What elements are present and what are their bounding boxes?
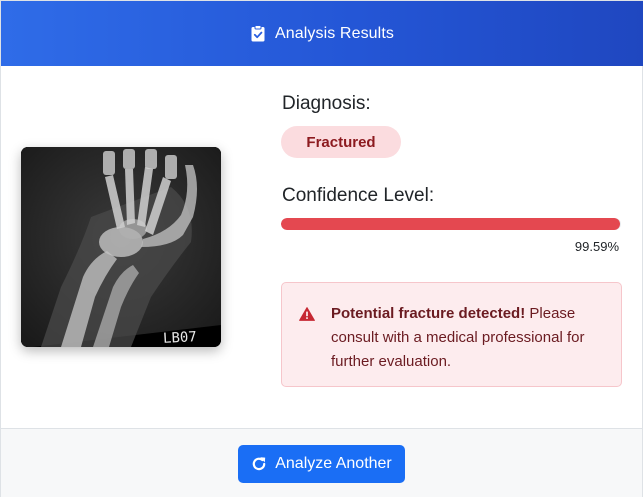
analyze-another-button[interactable]: Analyze Another — [238, 445, 405, 483]
xray-marker-label: LB07 — [163, 329, 198, 347]
clipboard-check-icon — [251, 25, 265, 42]
analyze-another-label: Analyze Another — [275, 455, 392, 472]
xray-image: LB07 — [21, 147, 221, 347]
confidence-label: Confidence Level: — [282, 185, 435, 206]
confidence-progress-bar — [281, 218, 621, 230]
card-header: Analysis Results — [1, 1, 643, 66]
redo-icon — [251, 456, 267, 472]
header-title: Analysis Results — [275, 24, 394, 42]
diagnosis-label: Diagnosis: — [282, 93, 371, 114]
confidence-progress-fill — [281, 218, 620, 230]
confidence-value: 99.59% — [574, 239, 619, 254]
alert-bold-text: Potential fracture detected! — [331, 305, 526, 322]
diagnosis-badge: Fractured — [281, 126, 401, 158]
card-footer: Analyze Another — [1, 428, 642, 497]
fracture-alert: Potential fracture detected! Please cons… — [281, 282, 622, 387]
analysis-results-card: Analysis Results LB07 Diagnosis: Fractur… — [0, 0, 643, 497]
warning-triangle-icon — [299, 305, 315, 321]
